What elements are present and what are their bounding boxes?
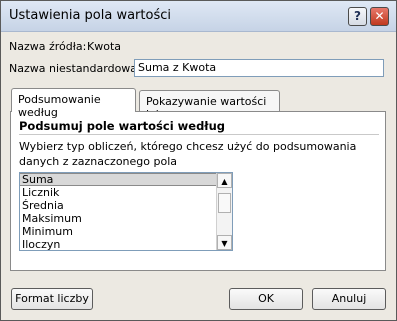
list-item[interactable]: Średnia — [20, 199, 232, 212]
close-button[interactable]: ✕ — [370, 7, 389, 26]
list-scrollbar[interactable]: ▲ ▼ — [216, 173, 232, 250]
scroll-up-icon[interactable]: ▲ — [217, 173, 232, 188]
panel-description-line2: danych z zaznaczonego pola — [19, 155, 178, 168]
source-name-value: Kwota — [87, 40, 121, 53]
custom-name-input[interactable]: Suma z Kwota — [134, 59, 384, 77]
panel-divider — [19, 134, 379, 135]
scroll-down-icon[interactable]: ▼ — [217, 235, 232, 250]
list-item[interactable]: Suma — [20, 173, 232, 186]
tab-summarize-by[interactable]: Podsumowanie według — [11, 88, 136, 119]
panel-description-line1: Wybierz typ obliczeń, którego chcesz uży… — [19, 140, 357, 153]
calculation-type-list[interactable]: Suma Licznik Średnia Maksimum Minimum Il… — [19, 172, 233, 251]
list-item[interactable]: Iloczyn — [20, 238, 232, 250]
dialog-window: Ustawienia pola wartości ? ✕ Nazwa źródł… — [0, 0, 397, 321]
help-button[interactable]: ? — [348, 7, 367, 26]
list-item[interactable]: Licznik — [20, 186, 232, 199]
ok-button[interactable]: OK — [229, 288, 303, 310]
scroll-thumb[interactable] — [218, 193, 231, 213]
dialog-title: Ustawienia pola wartości — [9, 8, 171, 23]
source-name-label: Nazwa źródła: — [9, 40, 87, 53]
list-item[interactable]: Maksimum — [20, 212, 232, 225]
format-number-button[interactable]: Format liczby — [11, 288, 93, 310]
tab-show-values-as[interactable]: Pokazywanie wartości jako — [139, 90, 280, 121]
panel-heading: Podsumuj pole wartości według — [19, 119, 225, 133]
custom-name-label: Nazwa niestandardowa: — [9, 62, 141, 75]
cancel-button[interactable]: Anuluj — [312, 288, 386, 310]
title-bar: Ustawienia pola wartości ? ✕ — [1, 1, 396, 32]
list-item[interactable]: Minimum — [20, 225, 232, 238]
